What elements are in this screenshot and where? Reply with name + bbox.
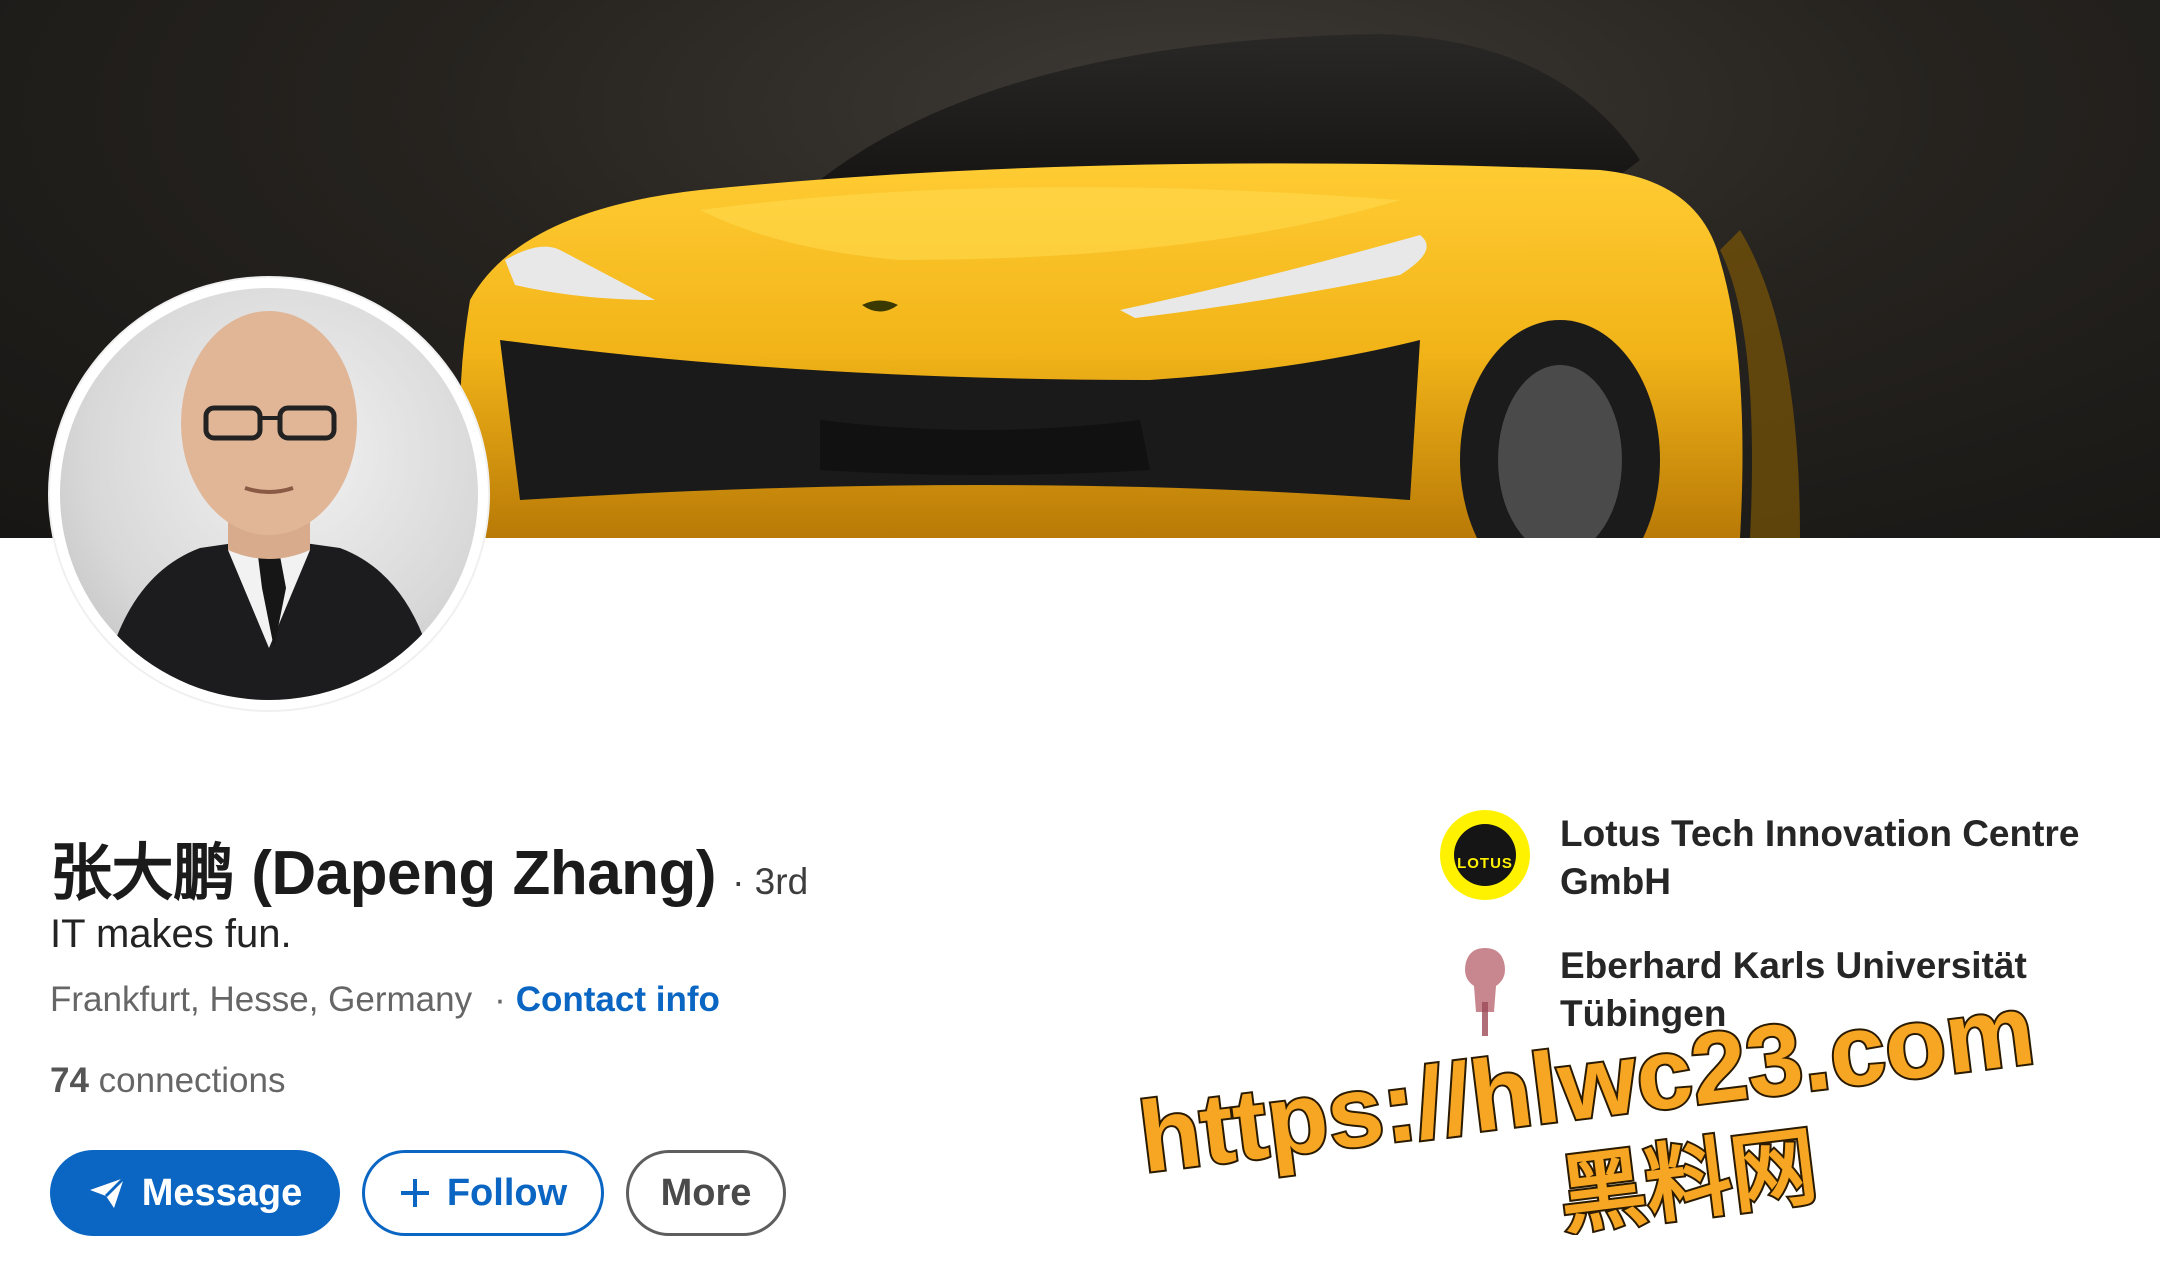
connection-degree: · 3rd (732, 861, 809, 902)
send-icon (88, 1176, 126, 1210)
profile-name: 张大鹏 (Dapeng Zhang) (50, 839, 717, 908)
contact-info-link[interactable]: Contact info (516, 980, 720, 1020)
separator-dot: · (494, 980, 506, 1019)
lotus-logo-icon: LOTUS (1440, 810, 1530, 900)
profile-location: Frankfurt, Hesse, Germany (50, 980, 473, 1019)
connections-number: 74 (50, 1061, 89, 1100)
location-row: Frankfurt, Hesse, Germany · Contact info (50, 980, 720, 1020)
message-label: Message (141, 1171, 303, 1214)
follow-button[interactable]: Follow (362, 1150, 604, 1236)
education-school[interactable]: Eberhard Karls Universität Tübingen (1440, 942, 2160, 1042)
lotus-logo-text: LOTUS (1457, 855, 1513, 872)
connections-count[interactable]: 74 connections (50, 1061, 285, 1101)
profile-name-row: 张大鹏 (Dapeng Zhang) · 3rd (50, 822, 808, 912)
current-company[interactable]: LOTUS Lotus Tech Innovation Centre GmbH (1440, 810, 2160, 906)
university-seal-icon (1440, 942, 1530, 1042)
profile-headline: IT makes fun. (50, 912, 292, 956)
plus-icon (399, 1177, 431, 1209)
more-label: More (660, 1171, 752, 1214)
school-name: Eberhard Karls Universität Tübingen (1560, 945, 2027, 1034)
company-name: Lotus Tech Innovation Centre GmbH (1560, 813, 2080, 902)
follow-label: Follow (446, 1171, 568, 1214)
more-button[interactable]: More (626, 1150, 786, 1236)
profile-avatar[interactable] (50, 278, 488, 710)
avatar-photo (60, 288, 478, 700)
connections-label: connections (98, 1061, 286, 1100)
watermark-site-name: 黑料网 (1554, 1117, 1822, 1235)
message-button[interactable]: Message (50, 1150, 340, 1236)
